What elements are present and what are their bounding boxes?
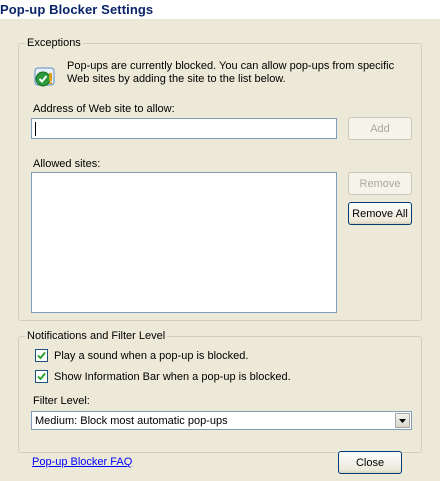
check-icon: [37, 351, 46, 360]
filter-level-select[interactable]: Medium: Block most automatic pop-ups: [31, 411, 412, 430]
play-sound-checkbox[interactable]: [35, 349, 48, 362]
text-caret: [35, 122, 36, 136]
dialog-body: Exceptions Pop-ups are currently blocked…: [0, 19, 440, 481]
remove-button[interactable]: Remove: [348, 172, 412, 195]
exceptions-group: Exceptions Pop-ups are currently blocked…: [18, 37, 422, 321]
allowed-sites-label: Allowed sites:: [33, 158, 101, 170]
info-line-1: Pop-ups are currently blocked. You can a…: [67, 60, 395, 72]
shield-check-warning-icon: [34, 67, 55, 87]
chevron-down-icon[interactable]: [395, 413, 410, 428]
notifications-legend: Notifications and Filter Level: [25, 330, 168, 342]
address-field[interactable]: [32, 119, 336, 138]
exceptions-info-text: Pop-ups are currently blocked. You can a…: [67, 60, 412, 86]
notifications-group: Notifications and Filter Level Play a so…: [18, 330, 422, 453]
exceptions-legend: Exceptions: [25, 37, 83, 49]
remove-all-button[interactable]: Remove All: [348, 202, 412, 225]
filter-level-value: Medium: Block most automatic pop-ups: [35, 415, 228, 427]
show-infobar-label: Show Information Bar when a pop-up is bl…: [54, 370, 291, 383]
allowed-sites-list[interactable]: [31, 172, 337, 313]
address-input[interactable]: [31, 118, 337, 139]
show-infobar-option[interactable]: Show Information Bar when a pop-up is bl…: [35, 370, 291, 383]
check-icon: [37, 372, 46, 381]
play-sound-label: Play a sound when a pop-up is blocked.: [54, 349, 249, 362]
window-title: Pop-up Blocker Settings: [0, 2, 154, 17]
close-button[interactable]: Close: [338, 451, 402, 474]
address-label: Address of Web site to allow:: [33, 103, 175, 115]
play-sound-option[interactable]: Play a sound when a pop-up is blocked.: [35, 349, 248, 362]
filter-level-label: Filter Level:: [33, 395, 90, 407]
info-line-2: Web sites by adding the site to the list…: [67, 73, 286, 85]
popup-blocker-faq-link[interactable]: Pop-up Blocker FAQ: [32, 456, 132, 468]
add-button[interactable]: Add: [348, 117, 412, 140]
show-infobar-checkbox[interactable]: [35, 370, 48, 383]
